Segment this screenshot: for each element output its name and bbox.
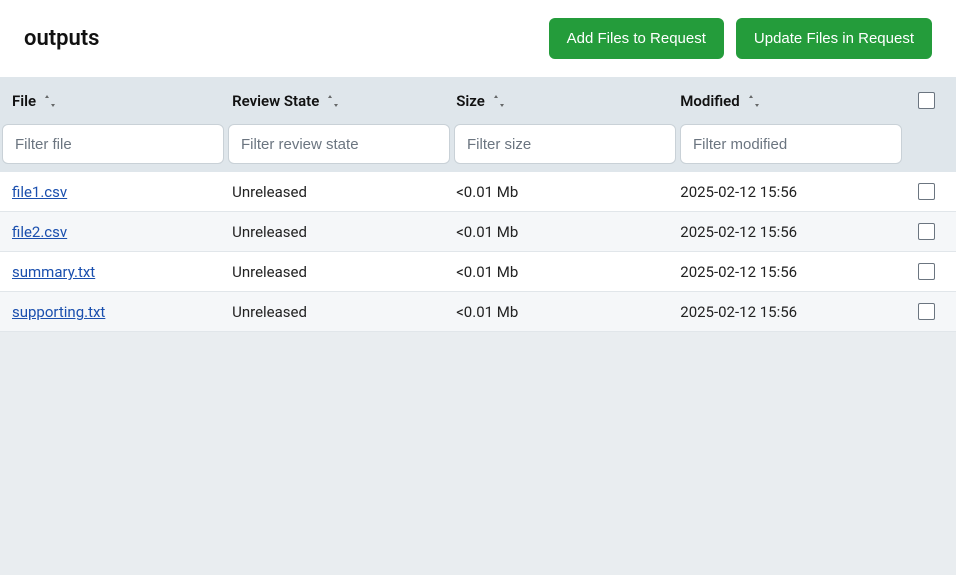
file-link[interactable]: file2.csv	[12, 223, 67, 241]
row-checkbox[interactable]	[918, 183, 935, 200]
add-files-button[interactable]: Add Files to Request	[549, 18, 724, 59]
table-row: file2.csv Unreleased <0.01 Mb 2025-02-12…	[0, 212, 956, 252]
sort-icon	[748, 94, 760, 108]
row-checkbox[interactable]	[918, 223, 935, 240]
filter-size-input[interactable]	[454, 124, 676, 164]
column-header-file[interactable]: File	[12, 92, 56, 110]
select-all-checkbox[interactable]	[918, 92, 935, 109]
modified-cell: 2025-02-12 15:56	[680, 183, 797, 201]
top-bar: outputs Add Files to Request Update File…	[0, 0, 956, 77]
size-cell: <0.01 Mb	[456, 183, 518, 201]
filter-file-input[interactable]	[2, 124, 224, 164]
page-title: outputs	[24, 26, 99, 51]
button-group: Add Files to Request Update Files in Req…	[549, 18, 932, 59]
column-header-review-label: Review State	[232, 92, 319, 110]
filter-modified-input[interactable]	[680, 124, 902, 164]
table-row: summary.txt Unreleased <0.01 Mb 2025-02-…	[0, 252, 956, 292]
size-cell: <0.01 Mb	[456, 303, 518, 321]
update-files-button[interactable]: Update Files in Request	[736, 18, 932, 59]
review-state-cell: Unreleased	[232, 183, 307, 201]
column-header-modified-label: Modified	[680, 92, 739, 110]
review-state-cell: Unreleased	[232, 263, 307, 281]
column-header-review-state[interactable]: Review State	[232, 92, 339, 110]
review-state-cell: Unreleased	[232, 303, 307, 321]
column-header-size[interactable]: Size	[456, 92, 505, 110]
column-header-file-label: File	[12, 92, 36, 110]
modified-cell: 2025-02-12 15:56	[680, 223, 797, 241]
filter-row	[0, 124, 956, 172]
modified-cell: 2025-02-12 15:56	[680, 263, 797, 281]
modified-cell: 2025-02-12 15:56	[680, 303, 797, 321]
row-checkbox[interactable]	[918, 303, 935, 320]
column-header-size-label: Size	[456, 92, 485, 110]
sort-icon	[327, 94, 339, 108]
size-cell: <0.01 Mb	[456, 263, 518, 281]
sort-icon	[44, 94, 56, 108]
review-state-cell: Unreleased	[232, 223, 307, 241]
column-header-modified[interactable]: Modified	[680, 92, 759, 110]
table-row: file1.csv Unreleased <0.01 Mb 2025-02-12…	[0, 172, 956, 212]
table-header-row: File Review State Size	[0, 77, 956, 124]
size-cell: <0.01 Mb	[456, 223, 518, 241]
table-row: supporting.txt Unreleased <0.01 Mb 2025-…	[0, 292, 956, 332]
row-checkbox[interactable]	[918, 263, 935, 280]
file-link[interactable]: summary.txt	[12, 263, 95, 281]
file-link[interactable]: file1.csv	[12, 183, 67, 201]
sort-icon	[493, 94, 505, 108]
file-link[interactable]: supporting.txt	[12, 303, 105, 321]
filter-review-input[interactable]	[228, 124, 450, 164]
file-table: File Review State Size	[0, 77, 956, 332]
